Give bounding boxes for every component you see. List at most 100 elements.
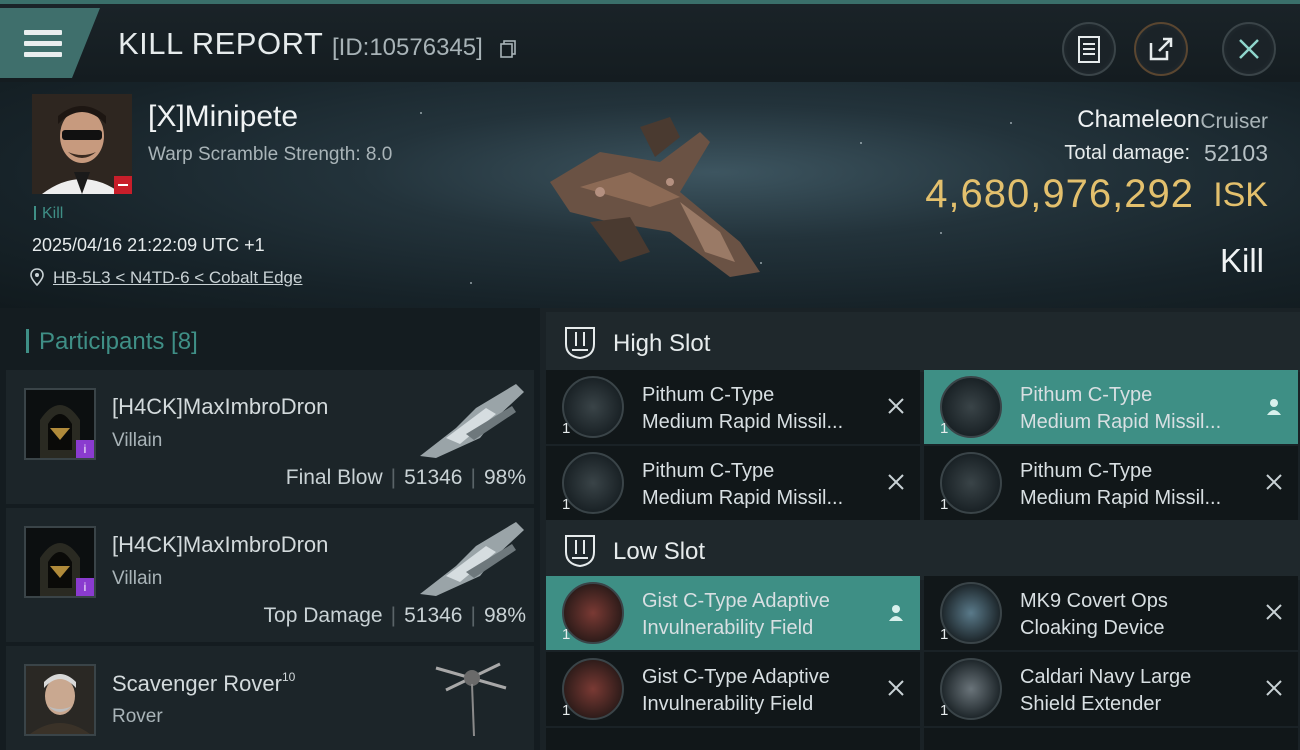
item-name: Gist C-Type Adaptive Invulnerability Fiel…	[642, 666, 830, 715]
item-quantity: 1	[562, 496, 571, 513]
close-icon	[1239, 39, 1259, 59]
isk-unit: ISK	[1213, 176, 1268, 214]
copy-icon[interactable]	[500, 40, 516, 58]
participant-drone-icon	[435, 662, 507, 736]
item-quantity: 1	[940, 702, 949, 719]
victim-name[interactable]: [X]Minipete	[148, 100, 298, 134]
share-icon	[1149, 37, 1173, 61]
destroyed-icon	[888, 680, 904, 696]
item-name: Caldari Navy Large Shield Extender	[1020, 666, 1192, 715]
high-slot-label: High Slot	[613, 330, 711, 357]
info-badge: i	[76, 440, 94, 458]
clipboard-icon	[1078, 36, 1100, 63]
page-title: KILL REPORT	[118, 26, 324, 61]
ship-class: Cruiser	[1200, 110, 1268, 133]
participant-level: 10	[281, 670, 296, 684]
victim-summary: [X]Minipete Warp Scramble Strength: 8.0 …	[0, 82, 1300, 308]
participant-row[interactable]: i [H4CK]MaxImbroDron Villain Final Blow |…	[6, 370, 534, 504]
participant-ship-icon	[420, 522, 524, 596]
shield-extender-icon	[940, 658, 1002, 720]
clipboard-button[interactable]	[1062, 22, 1116, 76]
damage-percent: 98%	[483, 604, 526, 627]
module-item[interactable]: 1 Gist C-Type Adaptive Invulnerability Fi…	[546, 652, 920, 726]
launcher-icon	[562, 376, 624, 438]
destroyed-icon	[888, 474, 904, 490]
stat-label: Final Blow	[285, 466, 383, 489]
participant-ship-icon	[420, 384, 524, 458]
participant-avatar: i	[24, 526, 96, 598]
cloak-icon	[940, 582, 1002, 644]
item-quantity: 1	[940, 420, 949, 437]
participants-title: Participants [8]	[26, 328, 198, 356]
module-item[interactable]: 1 Caldari Navy Large Shield Extender	[924, 652, 1298, 726]
participant-row[interactable]: i [H4CK]MaxImbroDron Villain Top Damage |…	[6, 508, 534, 642]
module-item[interactable]: 1 Pithum C-Type Medium Rapid Missil...	[924, 370, 1298, 444]
location-link[interactable]: HB-5L3 < N4TD-6 < Cobalt Edge	[53, 268, 302, 288]
launcher-icon	[940, 452, 1002, 514]
victim-portrait[interactable]	[32, 94, 132, 194]
damage-percent: 98%	[483, 466, 526, 489]
participant-name: [H4CK]MaxImbroDron	[112, 394, 329, 419]
participant-name: Scavenger Rover10	[112, 670, 296, 696]
destroyed-icon	[1266, 604, 1282, 620]
kill-tag: Kill	[34, 205, 63, 223]
dropped-person-icon	[1267, 399, 1281, 415]
participant-role: Villain	[112, 430, 163, 451]
participant-row[interactable]: Scavenger Rover10 Rover	[6, 646, 534, 750]
launcher-icon	[562, 452, 624, 514]
ship-render	[550, 117, 760, 277]
dropped-person-icon	[889, 605, 903, 621]
kill-id: [ID:10576345]	[332, 34, 483, 61]
shield-module-icon	[562, 582, 624, 644]
destroyed-icon	[1266, 474, 1282, 490]
share-button[interactable]	[1134, 22, 1188, 76]
shield-module-icon	[562, 658, 624, 720]
item-name: Pithum C-Type Medium Rapid Missil...	[642, 384, 844, 433]
participant-role: Rover	[112, 706, 163, 727]
low-slot-header: Low Slot	[546, 520, 1300, 580]
item-name: Gist C-Type Adaptive Invulnerability Fiel…	[642, 590, 830, 639]
launcher-icon	[940, 376, 1002, 438]
hamburger-icon	[24, 30, 62, 58]
item-quantity: 1	[562, 420, 571, 437]
header-bar: KILL REPORT [ID:10576345]	[0, 0, 1300, 82]
module-item[interactable]: 1 Gist C-Type Adaptive Invulnerability Fi…	[546, 576, 920, 650]
status-badge	[114, 176, 132, 194]
participants-panel: Participants [8] i [H4CK]MaxImbroDron Vi…	[0, 308, 540, 750]
module-item[interactable]: 1 Pithum C-Type Medium Rapid Missil...	[546, 446, 920, 520]
item-name: MK9 Covert Ops Cloaking Device	[1020, 590, 1168, 639]
module-item[interactable]: 1 MK9 Covert Ops Cloaking Device	[924, 576, 1298, 650]
warp-scramble-strength: Warp Scramble Strength: 8.0	[148, 144, 393, 165]
low-slot-label: Low Slot	[613, 538, 706, 565]
destroyed-icon	[888, 398, 904, 414]
module-item-partial[interactable]	[924, 728, 1298, 750]
damage-value: 51346	[404, 466, 463, 489]
fitting-panel: High Slot 1 Pithum C-Type Medium Rapid Mi…	[540, 308, 1300, 750]
result-label: Kill	[1219, 242, 1264, 279]
stat-label: Top Damage	[263, 604, 383, 627]
menu-button[interactable]	[0, 8, 100, 78]
participant-avatar: i	[24, 388, 96, 460]
damage-value: 51346	[404, 604, 463, 627]
participant-name: [H4CK]MaxImbroDron	[112, 532, 329, 557]
participant-stats: Final Blow | 51346 | 98%	[285, 466, 526, 489]
module-item[interactable]: 1 Pithum C-Type Medium Rapid Missil...	[546, 370, 920, 444]
info-badge: i	[76, 578, 94, 596]
high-slot-icon	[565, 327, 595, 360]
participant-role: Villain	[112, 568, 163, 589]
ship-name[interactable]: Chameleon	[1077, 106, 1200, 134]
high-slot-header: High Slot	[546, 312, 1300, 372]
item-name: Pithum C-Type Medium Rapid Missil...	[642, 460, 844, 509]
low-slot-icon	[565, 535, 595, 568]
total-damage-label: Total damage:	[1064, 142, 1190, 164]
destroyed-icon	[1266, 680, 1282, 696]
participant-stats: Top Damage | 51346 | 98%	[263, 604, 526, 627]
item-quantity: 1	[562, 702, 571, 719]
kill-datetime: 2025/04/16 21:22:09 UTC +1	[32, 235, 265, 255]
module-item-partial[interactable]	[546, 728, 920, 750]
close-button[interactable]	[1222, 22, 1276, 76]
total-damage-value: 52103	[1204, 140, 1268, 166]
isk-value: 4,680,976,292	[925, 172, 1194, 216]
participant-avatar	[24, 664, 96, 736]
module-item[interactable]: 1 Pithum C-Type Medium Rapid Missil...	[924, 446, 1298, 520]
